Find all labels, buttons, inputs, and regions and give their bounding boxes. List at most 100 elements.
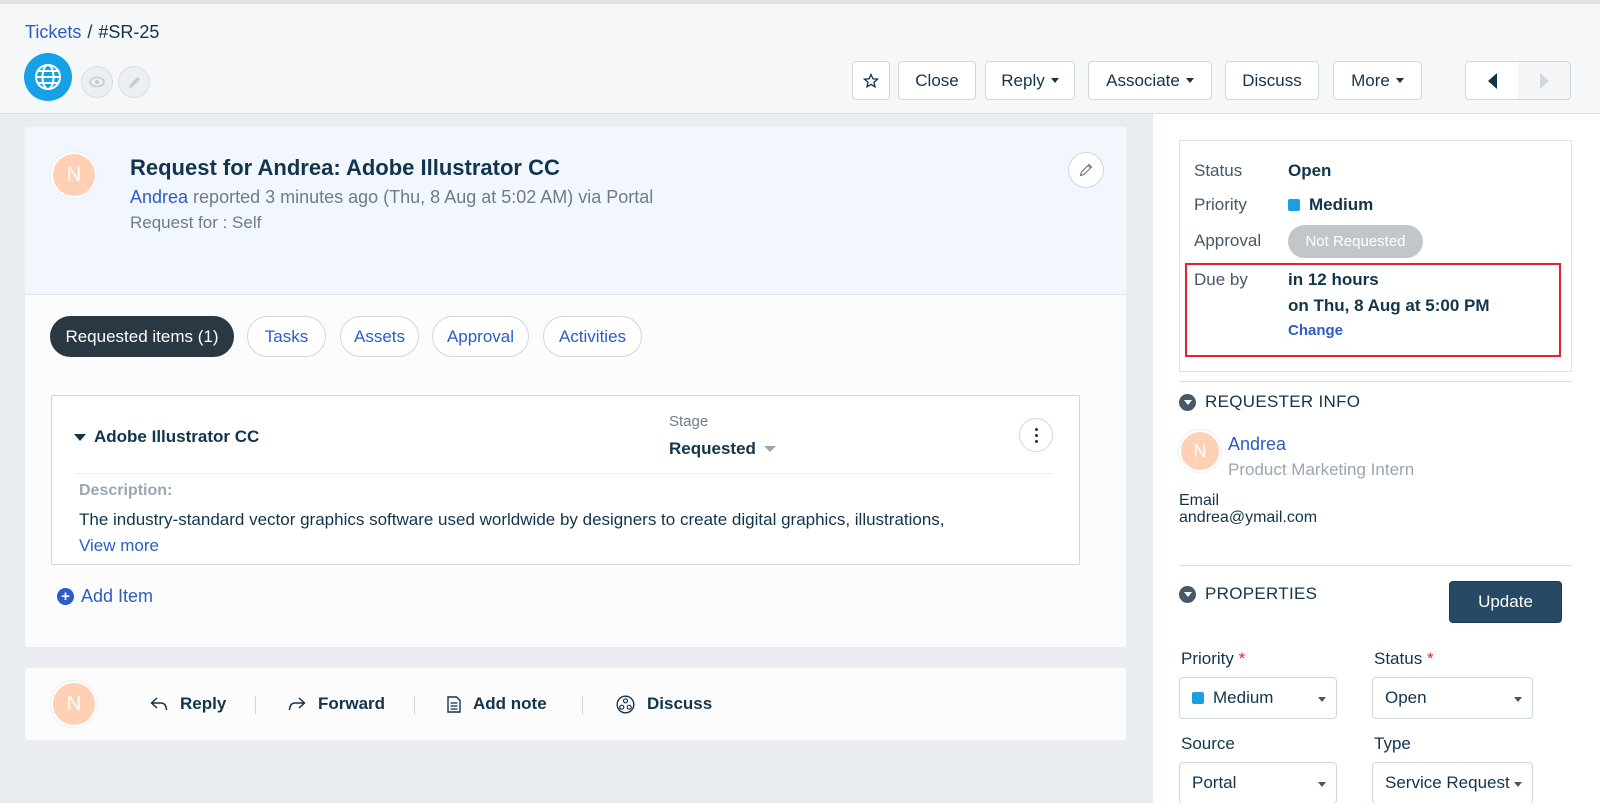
more-label: More	[1351, 70, 1390, 90]
properties-toggle[interactable]: PROPERTIES	[1179, 584, 1317, 604]
reply-label: Reply	[180, 694, 227, 713]
requester-info-heading: REQUESTER INFO	[1205, 392, 1361, 411]
associate-dropdown-button[interactable]: Associate	[1088, 61, 1212, 100]
ticket-navigation	[1465, 61, 1571, 100]
add-note-label: Add note	[473, 694, 547, 713]
status-select[interactable]: Open	[1372, 677, 1533, 719]
divider	[74, 473, 1054, 474]
request-for-text: Request for : Self	[130, 213, 262, 232]
associate-label: Associate	[1106, 70, 1180, 90]
priority-select[interactable]: Medium	[1179, 677, 1337, 719]
priority-select-value: Medium	[1213, 688, 1274, 707]
chevron-down-icon	[1179, 393, 1196, 411]
previous-ticket-button[interactable]	[1466, 62, 1518, 99]
caret-down-icon	[1318, 782, 1326, 787]
close-label: Close	[915, 70, 959, 90]
type-select[interactable]: Service Request	[1372, 762, 1533, 803]
kebab-dot	[1034, 439, 1038, 443]
requester-info-toggle[interactable]: REQUESTER INFO	[1179, 392, 1360, 412]
update-button[interactable]: Update	[1449, 581, 1562, 623]
caret-down-icon	[763, 446, 776, 452]
next-ticket-button[interactable]	[1518, 62, 1570, 99]
priority-color-swatch	[1288, 199, 1300, 211]
type-select-value: Service Request	[1385, 773, 1510, 792]
close-ticket-button[interactable]: Close	[898, 61, 976, 100]
note-icon	[447, 695, 461, 713]
pencil-icon[interactable]	[118, 66, 150, 98]
tab-approval[interactable]: Approval	[432, 316, 529, 357]
status-select-value: Open	[1385, 688, 1427, 707]
due-by-label: Due by	[1194, 270, 1248, 289]
breadcrumb-separator: /	[87, 22, 93, 42]
requester-link[interactable]: Andrea	[130, 187, 188, 207]
add-note-action[interactable]: Add note	[447, 668, 547, 740]
properties-heading: PROPERTIES	[1205, 584, 1318, 603]
star-button[interactable]	[852, 61, 890, 100]
add-item-button[interactable]: + Add Item	[57, 586, 153, 607]
source-field-label: Source	[1181, 734, 1235, 753]
more-dropdown-button[interactable]: More	[1333, 61, 1422, 100]
requested-item-card: Adobe Illustrator CC Stage Requested Des…	[51, 395, 1080, 565]
description-label: Description:	[79, 482, 173, 499]
priority-label: Priority	[1194, 195, 1247, 214]
ticket-meta: Andrea reported 3 minutes ago (Thu, 8 Au…	[130, 187, 653, 208]
required-mark: *	[1238, 649, 1246, 668]
discuss-icon	[616, 694, 635, 714]
arrow-right-icon	[1539, 72, 1549, 89]
email-label: Email	[1179, 492, 1220, 509]
kebab-dot	[1034, 433, 1038, 437]
description-text: The industry-standard vector graphics so…	[79, 510, 945, 529]
priority-value: Medium	[1288, 195, 1373, 215]
discuss-button[interactable]: Discuss	[1225, 61, 1319, 100]
status-field-text: Status	[1374, 649, 1423, 668]
forward-action[interactable]: Forward	[288, 668, 385, 740]
divider	[414, 696, 415, 714]
divider	[582, 696, 583, 714]
requester-avatar: N	[51, 152, 97, 198]
kebab-dot	[1034, 427, 1038, 431]
star-icon	[863, 72, 879, 88]
divider	[1179, 565, 1572, 566]
tab-activities[interactable]: Activities	[543, 316, 642, 357]
caret-down-icon	[1514, 782, 1522, 787]
type-field-label: Type	[1374, 734, 1411, 753]
item-options-button[interactable]	[1019, 418, 1053, 452]
tab-tasks[interactable]: Tasks	[247, 316, 326, 357]
chevron-down-icon	[1179, 585, 1196, 603]
eye-icon[interactable]	[81, 66, 113, 98]
source-select[interactable]: Portal	[1179, 762, 1337, 803]
reply-dropdown-button[interactable]: Reply	[985, 61, 1075, 100]
reply-action[interactable]: Reply	[150, 668, 226, 740]
priority-field-text: Priority	[1181, 649, 1234, 668]
edit-ticket-button[interactable]	[1068, 152, 1104, 188]
caret-down-icon	[1318, 697, 1326, 702]
ticket-header: Tickets / #SR-25 Close Reply Associate Dis…	[0, 0, 1600, 114]
status-panel: Status Open Priority Medium Approval Not…	[1179, 140, 1572, 372]
approval-label: Approval	[1194, 231, 1262, 250]
requester-name-link[interactable]: Andrea	[1228, 434, 1286, 455]
tab-assets[interactable]: Assets	[340, 316, 419, 357]
breadcrumb-tickets-link[interactable]: Tickets	[25, 22, 81, 42]
discuss-label: Discuss	[1242, 70, 1302, 90]
pencil-icon	[1079, 163, 1093, 177]
tab-requested-items[interactable]: Requested items (1)	[50, 316, 234, 357]
view-more-link[interactable]: View more	[79, 536, 159, 556]
caret-down-icon	[1395, 78, 1404, 83]
item-toggle[interactable]: Adobe Illustrator CC	[74, 427, 259, 447]
breadcrumb: Tickets / #SR-25	[25, 22, 159, 43]
priority-text: Medium	[1309, 195, 1374, 214]
forward-icon	[288, 697, 306, 711]
stage-dropdown[interactable]: Requested	[669, 439, 776, 459]
ticket-summary: N Request for Andrea: Adobe Illustrator …	[25, 127, 1126, 295]
change-due-link[interactable]: Change	[1288, 322, 1343, 339]
status-label: Status	[1194, 161, 1243, 180]
divider	[1179, 381, 1572, 382]
ticket-card: N Request for Andrea: Adobe Illustrator …	[25, 127, 1126, 647]
status-value: Open	[1288, 161, 1332, 180]
add-item-label: Add Item	[81, 586, 154, 606]
plus-circle-icon: +	[57, 588, 74, 605]
discuss-action[interactable]: Discuss	[616, 668, 712, 740]
due-relative: in 12 hours	[1288, 270, 1379, 289]
discuss-label: Discuss	[647, 694, 713, 713]
email-value: andrea@ymail.com	[1179, 509, 1318, 526]
